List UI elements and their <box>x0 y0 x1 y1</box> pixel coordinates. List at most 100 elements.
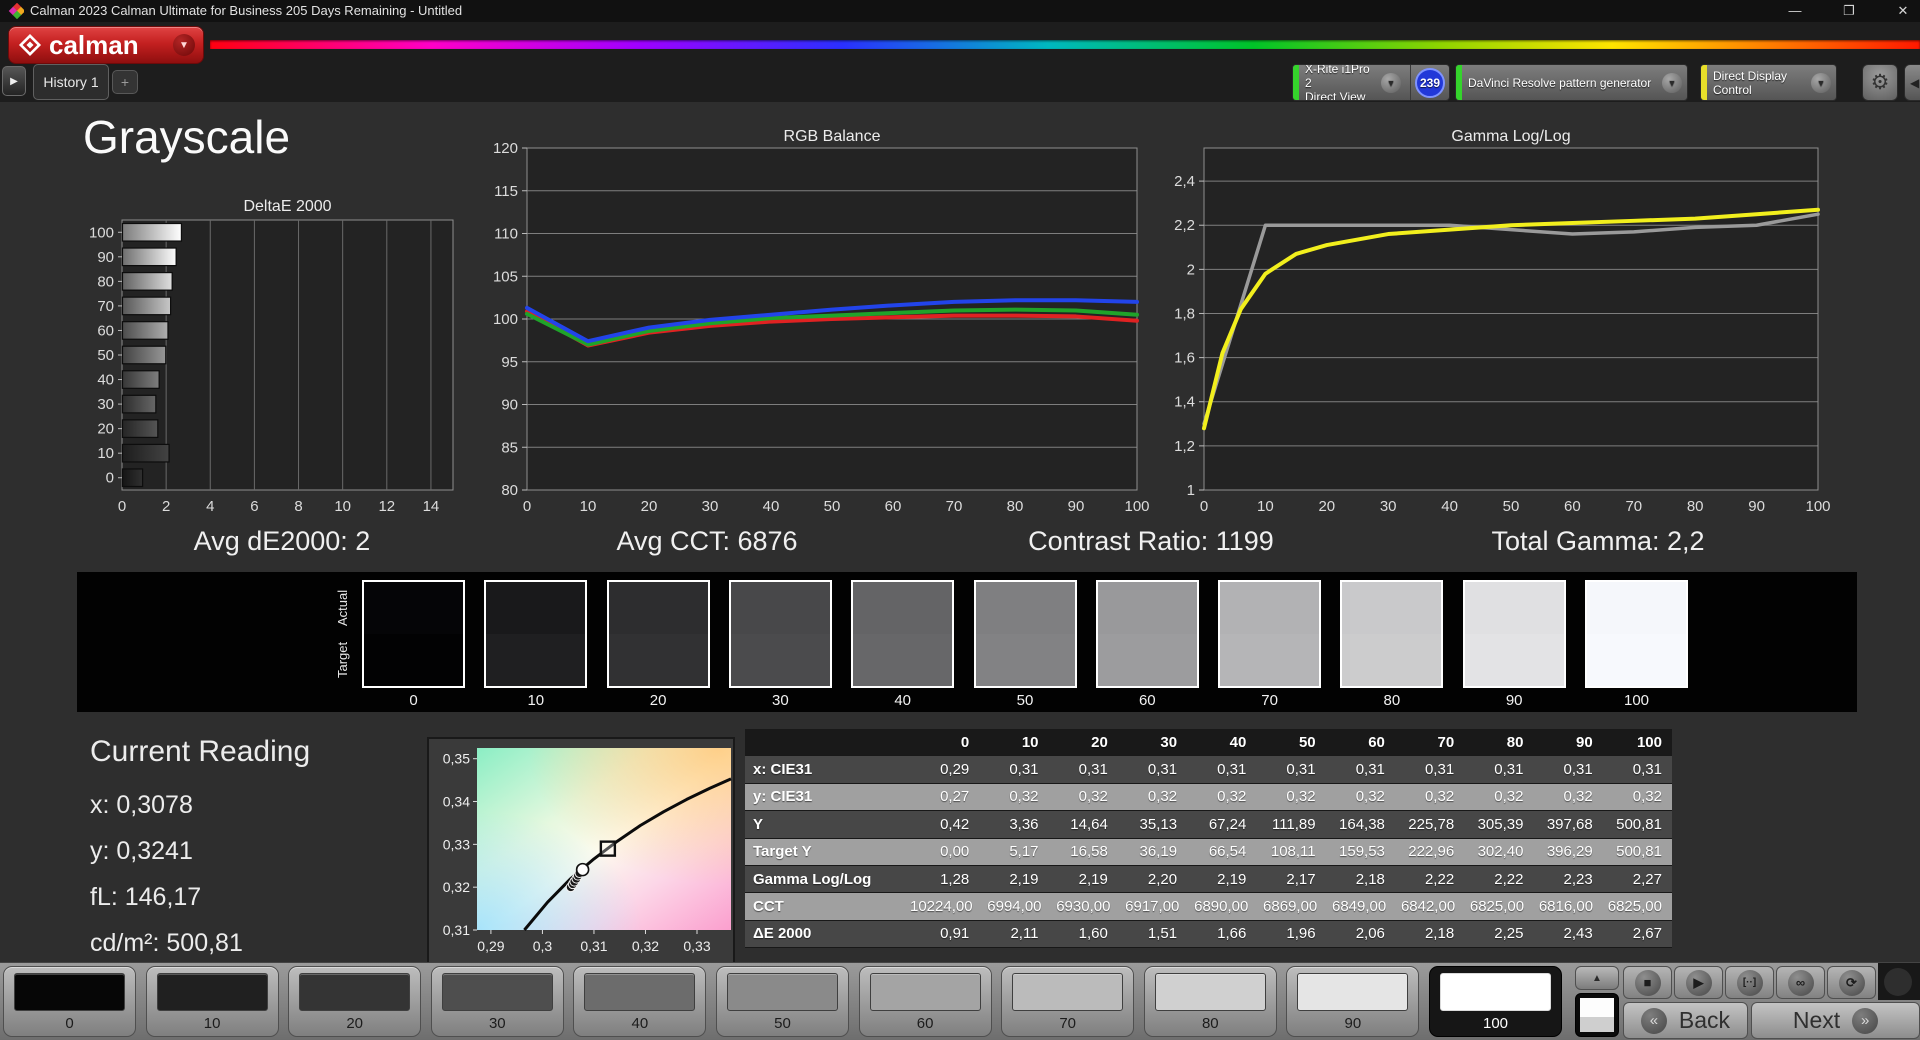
table-cell: 0,31 <box>1424 761 1455 779</box>
loop-button[interactable]: ∞ <box>1776 966 1825 999</box>
table-cell: 305,39 <box>1477 815 1524 833</box>
next-button[interactable]: Next » <box>1751 1002 1920 1039</box>
svg-text:80: 80 <box>1687 498 1704 515</box>
expand-patch-panel-button[interactable]: ▲ <box>1575 966 1619 990</box>
table-row-label: y: CIE31 <box>753 788 813 806</box>
close-icon[interactable]: ✕ <box>1886 0 1920 22</box>
svg-text:20: 20 <box>1318 498 1335 515</box>
patch-button-0[interactable]: 0 <box>3 966 136 1037</box>
swatch-80 <box>1340 580 1444 688</box>
play-button[interactable]: ▶ <box>1674 966 1723 999</box>
patch-button-50[interactable]: 50 <box>716 966 849 1037</box>
minimize-icon[interactable]: — <box>1778 0 1812 22</box>
meter-name: X-Rite i1Pro 2 <box>1305 64 1370 90</box>
brand-dropdown-icon: ▼ <box>173 34 195 56</box>
patch-button-10[interactable]: 10 <box>145 966 279 1037</box>
table-cell: 0,32 <box>1494 788 1524 806</box>
chevron-down-icon: ▼ <box>1811 72 1831 93</box>
table-cell: 14,64 <box>1070 815 1108 833</box>
svg-text:8: 8 <box>294 498 302 515</box>
table-cell: 0,42 <box>940 815 970 833</box>
svg-text:40: 40 <box>763 498 780 515</box>
table-row-label: Target Y <box>753 843 812 861</box>
reading-x: x: 0,3078 <box>90 791 193 819</box>
table-col-header: 80 <box>1506 733 1524 751</box>
patch-label: 100 <box>1482 1015 1509 1032</box>
table-cell: 0,27 <box>940 788 970 806</box>
table-cell: 6849,00 <box>1331 898 1387 916</box>
patch-button-100[interactable]: 100 <box>1429 966 1562 1037</box>
patch-button-20[interactable]: 20 <box>288 966 422 1037</box>
table-cell: 2,19 <box>1217 870 1247 888</box>
svg-text:10: 10 <box>580 498 597 515</box>
patch-label: 50 <box>774 1015 791 1032</box>
patch-button-80[interactable]: 80 <box>1143 966 1277 1037</box>
swatch-level-label: 100 <box>1623 692 1650 709</box>
double-chevron-left-icon: « <box>1640 1007 1667 1034</box>
actual-half <box>1220 582 1320 634</box>
patch-chip <box>156 973 268 1011</box>
svg-text:0,33: 0,33 <box>683 938 710 954</box>
table-cell: 6994,00 <box>987 898 1042 916</box>
tab-history-1[interactable]: History 1 <box>33 64 109 100</box>
add-tab-button[interactable]: + <box>112 70 138 94</box>
table-cell: 0,32 <box>1009 788 1039 806</box>
svg-text:1,8: 1,8 <box>1174 305 1195 322</box>
table-col-header: 40 <box>1229 733 1247 751</box>
calman-menu-button[interactable]: calman ▼ <box>8 26 204 64</box>
actual-half <box>853 582 953 634</box>
chevron-down-icon: ▼ <box>1381 72 1401 93</box>
table-col-header: 100 <box>1636 733 1662 751</box>
table-col-header: 90 <box>1576 733 1593 751</box>
svg-text:115: 115 <box>494 183 518 200</box>
patch-chip <box>1154 973 1266 1011</box>
patch-button-90[interactable]: 90 <box>1286 966 1420 1037</box>
patch-button-60[interactable]: 60 <box>858 966 992 1037</box>
svg-text:0,33: 0,33 <box>443 836 470 852</box>
svg-text:110: 110 <box>494 226 518 243</box>
step-button[interactable]: [··] <box>1725 966 1774 999</box>
actual-half <box>608 582 708 634</box>
meter-dropdown[interactable]: X-Rite i1Pro 2 Direct View ▼ 239 <box>1292 64 1450 101</box>
table-cell: 225,78 <box>1408 815 1455 833</box>
svg-text:40: 40 <box>1441 498 1458 515</box>
patch-button-30[interactable]: 30 <box>430 966 564 1037</box>
patch-chip <box>299 973 411 1011</box>
refresh-button[interactable]: ⟳ <box>1827 966 1876 999</box>
table-cell: 0,31 <box>1147 761 1178 779</box>
restore-icon[interactable]: ❐ <box>1832 0 1866 22</box>
patch-button-70[interactable]: 70 <box>1001 966 1135 1037</box>
table-row: Target Y 0,00 5,17 16,58 36,19 66,54 108,11 159… <box>745 838 1672 866</box>
table-cell: 111,89 <box>1271 815 1316 833</box>
svg-text:2: 2 <box>162 498 170 515</box>
table-cell: 6917,00 <box>1125 898 1180 916</box>
stop-button[interactable]: ■ <box>1623 966 1672 999</box>
svg-text:0,32: 0,32 <box>443 879 470 895</box>
collapse-panel-button[interactable]: ◀ <box>1904 64 1920 101</box>
tab-scroll-button[interactable]: ▶ <box>2 66 26 96</box>
target-half <box>975 634 1075 686</box>
svg-text:20: 20 <box>97 421 114 438</box>
swatch-level-label: 0 <box>409 692 418 709</box>
deltae-2000-chart: DeltaE 2000 0 2 4 6 8 10 12 14 100 90 80 70 60 50 40 30 2… <box>60 195 470 517</box>
svg-text:0: 0 <box>1200 498 1208 515</box>
svg-text:105: 105 <box>493 268 518 285</box>
patch-button-40[interactable]: 40 <box>573 966 707 1037</box>
gear-icon: ⚙ <box>1870 71 1890 94</box>
settings-button[interactable]: ⚙ <box>1862 64 1898 101</box>
swatch-level-label: 80 <box>1383 692 1401 709</box>
table-col-header: 30 <box>1160 733 1178 751</box>
svg-text:100: 100 <box>89 224 114 241</box>
table-cell: 6825,00 <box>1469 898 1525 916</box>
table-col-header: 70 <box>1437 733 1455 751</box>
table-cell: 1,96 <box>1286 925 1316 943</box>
table-col-header: 20 <box>1091 733 1108 751</box>
display-control-dropdown[interactable]: Direct Display Control ▼ <box>1700 64 1837 101</box>
back-button[interactable]: « Back <box>1623 1002 1748 1039</box>
table-row-label: ΔE 2000 <box>753 925 812 943</box>
pattern-source-dropdown[interactable]: DaVinci Resolve pattern generator ▼ <box>1455 64 1688 101</box>
svg-text:12: 12 <box>378 498 395 515</box>
patch-chip <box>727 973 838 1011</box>
page-title: Grayscale <box>83 111 291 163</box>
gamma-loglog-chart: Gamma Log/Log 1 1,2 1,4 1,6 1,8 2 2,2 2,4 0 10 20 30… <box>1132 125 1892 520</box>
